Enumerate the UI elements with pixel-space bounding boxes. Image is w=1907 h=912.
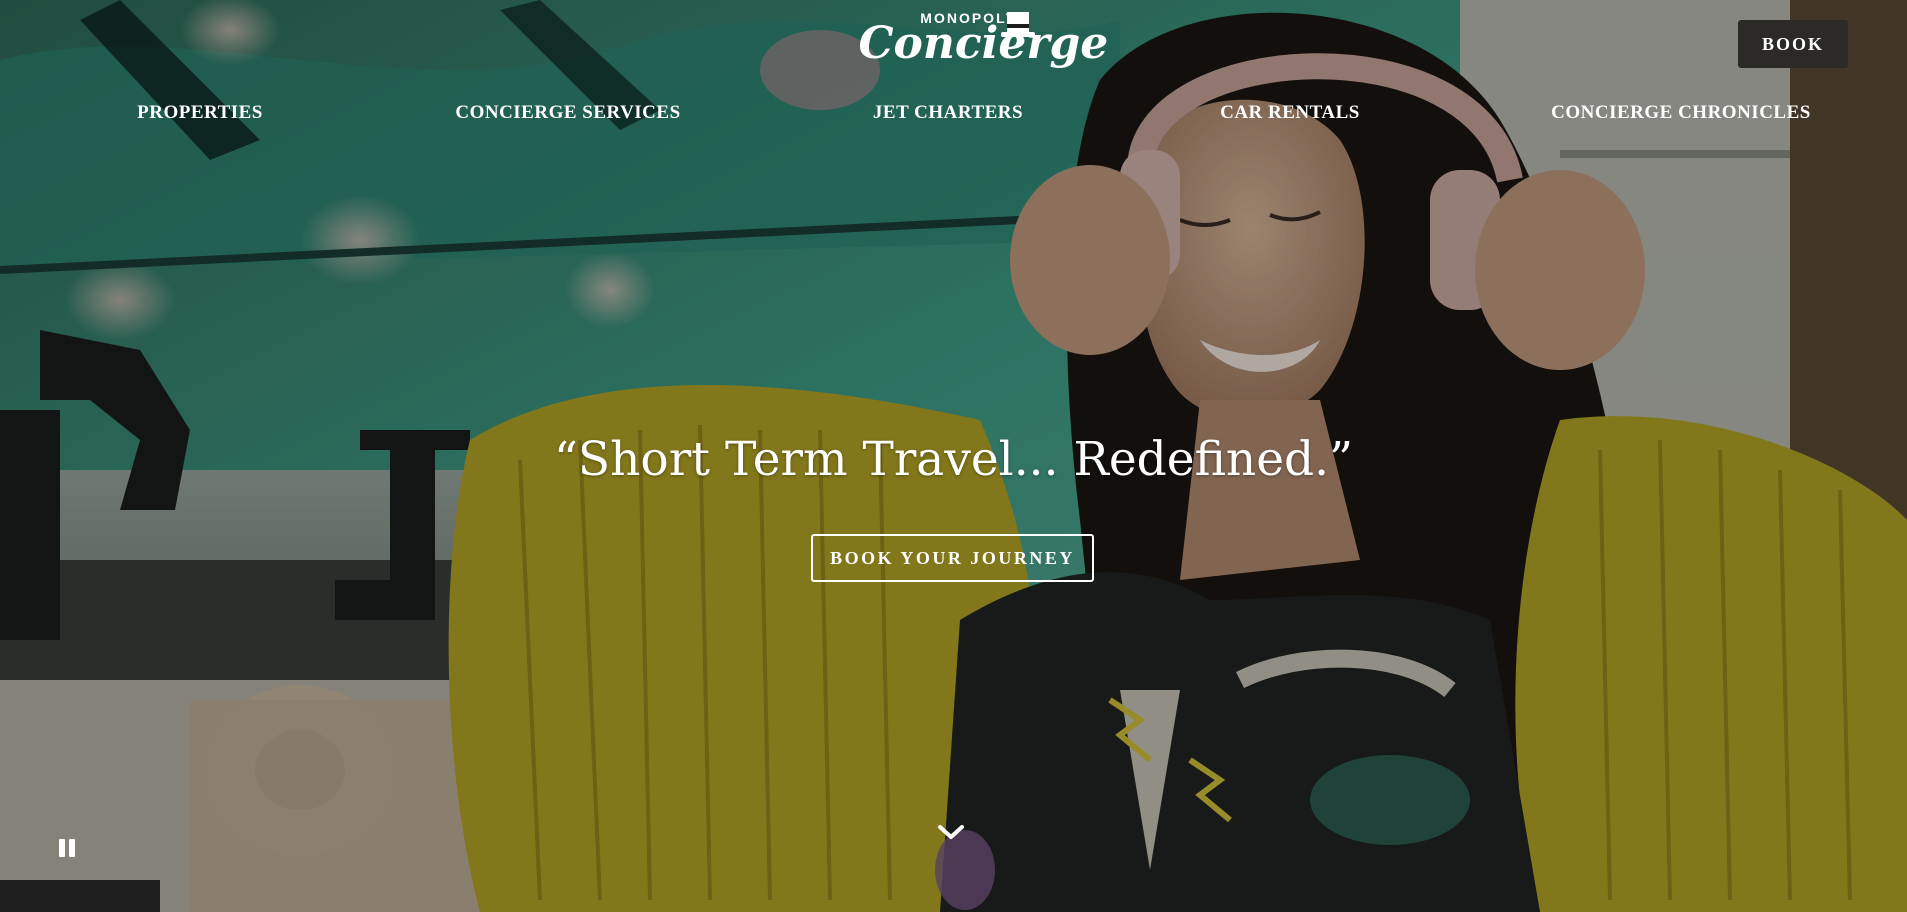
nav-item-car-rentals[interactable]: CAR RENTALS — [1220, 102, 1360, 124]
nav-item-properties[interactable]: PROPERTIES — [137, 102, 263, 124]
chevron-down-icon[interactable] — [936, 822, 966, 842]
monopoly-concierge-logo[interactable]: MONOPOLY Concierge — [859, 10, 1109, 80]
nav-item-concierge-services[interactable]: CONCIERGE SERVICES — [455, 102, 680, 124]
hero-tagline: “Short Term Travel... Redefined.” — [553, 432, 1354, 487]
nav-item-concierge-chronicles[interactable]: CONCIERGE CHRONICLES — [1551, 102, 1811, 124]
top-hat-icon — [1000, 12, 1035, 37]
book-your-journey-button[interactable]: BOOK YOUR JOURNEY — [811, 534, 1094, 582]
book-button[interactable]: BOOK — [1738, 20, 1848, 68]
hero-section: MONOPOLY Concierge BOOK PROPERTIES CONCI… — [0, 0, 1907, 912]
pause-icon[interactable] — [56, 836, 78, 860]
nav-item-jet-charters[interactable]: JET CHARTERS — [873, 102, 1023, 124]
main-nav: PROPERTIES CONCIERGE SERVICES JET CHARTE… — [0, 102, 1907, 132]
